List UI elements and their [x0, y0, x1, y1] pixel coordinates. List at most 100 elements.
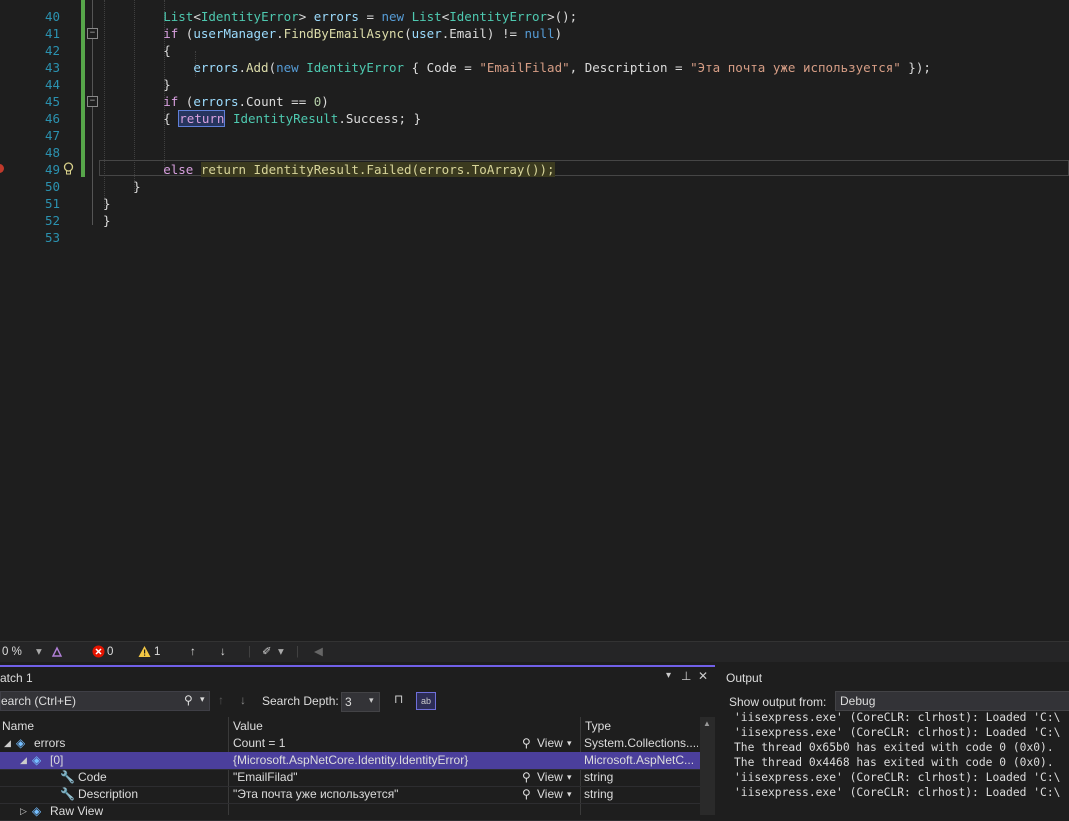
- code-token: List: [411, 9, 442, 24]
- code-line[interactable]: 40 List<IdentityError> errors = new List…: [0, 8, 1069, 25]
- code-token: errors: [193, 60, 239, 75]
- watch-name[interactable]: errors: [34, 735, 65, 752]
- code-line[interactable]: 42 {: [0, 42, 1069, 59]
- watch-value[interactable]: "EmailFilad": [233, 769, 518, 786]
- visualizer-search-icon[interactable]: ⚲: [522, 769, 531, 786]
- code-token: else: [163, 162, 194, 177]
- scroll-left-icon[interactable]: ◀: [314, 645, 323, 659]
- watch-value[interactable]: "Эта почта уже используется": [233, 786, 518, 803]
- code-line[interactable]: 50 }: [0, 178, 1069, 195]
- code-token: { Code =: [404, 60, 480, 75]
- code-cleanup-brush-icon[interactable]: ✐: [262, 645, 272, 659]
- scroll-up-icon[interactable]: ▲: [703, 719, 711, 728]
- view-button[interactable]: View: [537, 769, 563, 786]
- watch-row[interactable]: 🔧 Description "Эта почта уже используется"…: [0, 786, 700, 804]
- watch-name[interactable]: Description: [78, 786, 138, 803]
- code-token: List: [163, 9, 194, 24]
- line-number: 42: [44, 43, 60, 58]
- code-text[interactable]: }: [103, 76, 171, 93]
- expand-toggle-icon[interactable]: ◢: [4, 735, 11, 752]
- watch-search-input[interactable]: earch (Ctrl+E) ⚲ ▾: [0, 691, 210, 711]
- zoom-level[interactable]: 0 %: [2, 645, 22, 659]
- code-line[interactable]: 45 if (errors.Count == 0): [0, 93, 1069, 110]
- cleanup-dropdown-icon[interactable]: ▾: [278, 645, 284, 659]
- watch-value[interactable]: Count = 1: [233, 735, 518, 752]
- watch-name[interactable]: [0]: [50, 752, 63, 769]
- view-button[interactable]: View: [537, 735, 563, 752]
- pin-icon[interactable]: ⊥: [681, 669, 691, 683]
- view-button[interactable]: View: [537, 786, 563, 803]
- code-text[interactable]: if (userManager.FindByEmailAsync(user.Em…: [103, 25, 562, 42]
- next-issue-arrow-icon[interactable]: ↓: [220, 645, 226, 659]
- search-forward-icon[interactable]: ↓: [240, 693, 246, 707]
- line-number: 53: [44, 230, 60, 245]
- code-line[interactable]: 49 else return IdentityResult.Failed(err…: [0, 161, 1069, 178]
- code-token: (: [178, 94, 194, 109]
- hex-display-toggle-icon[interactable]: ab: [416, 692, 436, 710]
- code-text[interactable]: if (errors.Count == 0): [103, 93, 329, 110]
- pin-to-source-icon[interactable]: ⊓: [394, 692, 403, 706]
- watch-row[interactable]: 🔧 Code "EmailFilad" ⚲ View ▾ string: [0, 769, 700, 787]
- watch-value[interactable]: [233, 803, 518, 820]
- previous-issue-arrow-icon[interactable]: ↑: [190, 645, 196, 659]
- watch-panel: atch 1 ▾ ⊥ ✕ earch (Ctrl+E) ⚲ ▾ ↑ ↓ Sear…: [0, 665, 715, 821]
- code-line[interactable]: 47: [0, 127, 1069, 144]
- code-text[interactable]: errors.Add(new IdentityError { Code = "E…: [103, 59, 931, 76]
- error-count[interactable]: 0: [107, 645, 113, 659]
- code-token: (: [268, 60, 277, 75]
- watch-name[interactable]: Raw View: [50, 803, 103, 820]
- code-line[interactable]: 53: [0, 229, 1069, 246]
- zoom-dropdown-icon[interactable]: ▾: [36, 645, 42, 659]
- code-line[interactable]: 43 errors.Add(new IdentityError { Code =…: [0, 59, 1069, 76]
- watch-row[interactable]: ◢ ◈ [0] {Microsoft.AspNetCore.Identity.Iden…: [0, 752, 700, 770]
- search-depth-select[interactable]: 3 ▾: [341, 692, 380, 712]
- search-icon[interactable]: ⚲: [184, 693, 193, 707]
- output-panel-title[interactable]: Output: [726, 671, 762, 685]
- code-token: {: [103, 43, 171, 58]
- code-line[interactable]: 51}: [0, 195, 1069, 212]
- code-line[interactable]: 46 { return IdentityResult.Success; }: [0, 110, 1069, 127]
- watch-value[interactable]: {Microsoft.AspNetCore.Identity.IdentityE…: [233, 752, 518, 769]
- watch-type: Microsoft.AspNetC...: [584, 753, 695, 767]
- watch-panel-title[interactable]: atch 1: [0, 671, 33, 685]
- code-line[interactable]: 41 if (userManager.FindByEmailAsync(user…: [0, 25, 1069, 42]
- column-header-name[interactable]: Name: [2, 717, 34, 735]
- visualizer-search-icon[interactable]: ⚲: [522, 735, 531, 752]
- code-text[interactable]: {: [103, 42, 171, 59]
- error-icon[interactable]: [92, 645, 105, 658]
- column-header-type[interactable]: Type: [585, 717, 611, 735]
- watch-row[interactable]: ▷ ◈ Raw View: [0, 803, 700, 821]
- output-line: The thread 0x4468 has exited with code 0…: [734, 756, 1054, 769]
- output-line: 'iisexpress.exe' (CoreCLR: clrhost): Loa…: [734, 726, 1061, 739]
- view-dropdown-icon[interactable]: ▾: [567, 769, 572, 786]
- code-line[interactable]: 44 }: [0, 76, 1069, 93]
- code-token: IdentityError: [306, 60, 405, 75]
- code-line[interactable]: 48: [0, 144, 1069, 161]
- code-line[interactable]: 52}: [0, 212, 1069, 229]
- code-text[interactable]: }: [103, 212, 111, 229]
- visualizer-search-icon[interactable]: ⚲: [522, 786, 531, 803]
- expand-toggle-icon[interactable]: ▷: [20, 803, 27, 820]
- expand-toggle-icon[interactable]: ◢: [20, 752, 27, 769]
- output-source-select[interactable]: Debug: [835, 691, 1069, 711]
- column-header-value[interactable]: Value: [233, 717, 263, 735]
- view-dropdown-icon[interactable]: ▾: [567, 735, 572, 752]
- watch-row[interactable]: ◢ ◈ errors Count = 1 ⚲ View ▾ System.Collection…: [0, 735, 700, 753]
- warning-icon[interactable]: [138, 645, 151, 658]
- code-text[interactable]: }: [103, 195, 111, 212]
- watch-scrollbar[interactable]: ▲: [700, 717, 715, 815]
- code-text[interactable]: List<IdentityError> errors = new List<Id…: [103, 8, 577, 25]
- view-dropdown-icon[interactable]: ▾: [567, 786, 572, 803]
- close-icon[interactable]: ✕: [698, 669, 708, 683]
- code-text[interactable]: { return IdentityResult.Success; }: [103, 110, 421, 127]
- watch-name[interactable]: Code: [78, 769, 107, 786]
- intellicode-icon[interactable]: [50, 645, 64, 659]
- search-dropdown-icon[interactable]: ▾: [200, 694, 205, 705]
- warning-count[interactable]: 1: [154, 645, 160, 659]
- panel-menu-dropdown-icon[interactable]: ▾: [666, 670, 671, 681]
- code-text[interactable]: else return IdentityResult.Failed(errors…: [103, 161, 555, 178]
- code-editor[interactable]: − − 40 List<IdentityError> errors = new …: [0, 0, 1069, 640]
- code-text[interactable]: }: [103, 178, 141, 195]
- search-back-icon[interactable]: ↑: [218, 693, 224, 707]
